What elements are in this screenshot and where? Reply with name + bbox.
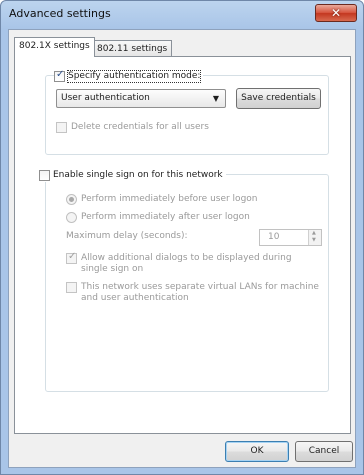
max-delay-value: 10 <box>268 232 280 242</box>
before-logon-radio[interactable] <box>66 194 77 205</box>
delete-credentials-checkbox[interactable] <box>56 122 67 133</box>
save-credentials-button[interactable]: Save credentials <box>236 88 321 109</box>
allow-dialogs-label: Allow additional dialogs to be displayed… <box>81 253 292 274</box>
after-logon-radio[interactable] <box>66 212 77 223</box>
separate-vlan-label: This network uses separate virtual LANs … <box>81 282 319 303</box>
enable-sso-label: Enable single sign on for this network <box>53 169 223 180</box>
enable-sso-checkbox[interactable] <box>39 169 50 181</box>
spin-down-icon[interactable]: ▼ <box>312 238 316 243</box>
specify-auth-mode-row[interactable]: Specify authentication mode: <box>54 69 204 83</box>
auth-mode-selected-value: User authentication <box>61 93 150 103</box>
cancel-button[interactable]: Cancel <box>295 441 353 462</box>
ok-button[interactable]: OK <box>225 441 289 462</box>
spin-up-icon[interactable]: ▲ <box>312 231 316 236</box>
allow-dialogs-row[interactable]: Allow additional dialogs to be displayed… <box>66 251 321 275</box>
enable-sso-row[interactable]: Enable single sign on for this network <box>39 168 226 182</box>
separate-vlan-checkbox[interactable] <box>66 282 77 293</box>
advanced-settings-window: Advanced settings ✕ 802.1X settings 802.… <box>0 0 364 475</box>
allow-dialogs-checkbox[interactable] <box>66 251 77 264</box>
window-title: Advanced settings <box>9 7 111 20</box>
delete-credentials-label: Delete credentials for all users <box>71 122 209 132</box>
title-bar[interactable]: Advanced settings ✕ <box>1 1 363 25</box>
max-delay-label: Maximum delay (seconds): <box>66 231 188 241</box>
auth-mode-group: Specify authentication mode: User authen… <box>45 69 329 155</box>
after-logon-label: Perform immediately after user logon <box>81 212 250 222</box>
tab-panel: Specify authentication mode: User authen… <box>14 56 351 434</box>
max-delay-spinner[interactable]: 10 ▲ ▼ <box>259 229 322 246</box>
tab-8021x-settings[interactable]: 802.1X settings <box>14 37 95 57</box>
separate-vlan-row[interactable]: This network uses separate virtual LANs … <box>66 282 321 304</box>
chevron-down-icon: ▼ <box>212 94 219 103</box>
specify-auth-mode-label: Specify authentication mode: <box>66 69 202 83</box>
single-sign-on-group: Enable single sign on for this network P… <box>39 168 329 392</box>
delete-credentials-row[interactable]: Delete credentials for all users <box>56 122 209 133</box>
dialog-client-area: 802.1X settings 802.11 settings Specify … <box>8 29 356 468</box>
after-logon-row[interactable]: Perform immediately after user logon <box>66 212 250 223</box>
close-button[interactable]: ✕ <box>315 4 357 22</box>
specify-auth-mode-checkbox[interactable] <box>54 69 65 82</box>
before-logon-row[interactable]: Perform immediately before user logon <box>66 194 258 205</box>
spinner-buttons[interactable]: ▲ ▼ <box>308 230 321 245</box>
before-logon-label: Perform immediately before user logon <box>81 194 258 204</box>
auth-mode-dropdown[interactable]: User authentication ▼ <box>56 89 226 108</box>
close-icon: ✕ <box>330 6 342 20</box>
